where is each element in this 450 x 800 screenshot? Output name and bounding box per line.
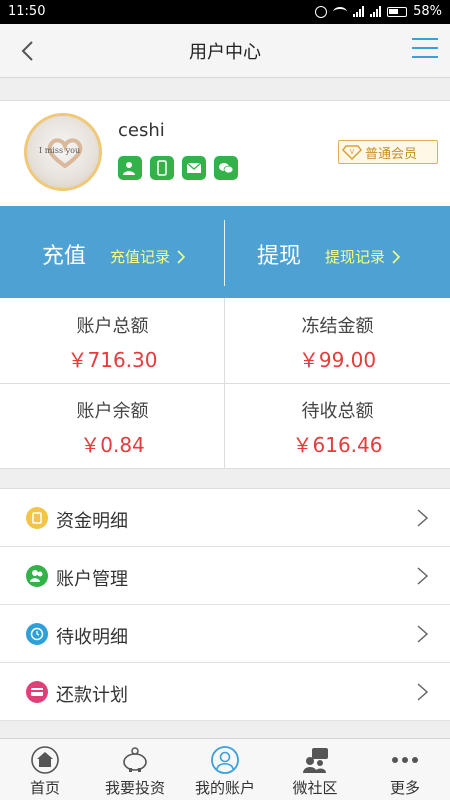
status-time: 11:50 [8, 4, 46, 19]
recharge-record-link[interactable]: 充值记录 [110, 246, 186, 267]
withdraw-button[interactable]: 提现 [257, 238, 301, 270]
summary-cell-frozen: 冻结金额 ￥99.00 [225, 298, 450, 383]
summary-label: 待收总额 [301, 401, 374, 422]
withdraw-section[interactable]: 提现 提现记录 [225, 206, 450, 298]
app-header: 用户中心 [0, 24, 450, 78]
tab-label: 我的账户 [194, 779, 255, 797]
clock-icon [26, 623, 48, 645]
tab-more[interactable]: 更多 [360, 739, 450, 800]
tab-invest[interactable]: 我要投资 [90, 739, 180, 800]
recharge-button[interactable]: 充值 [42, 238, 86, 270]
chevron-right-icon [177, 249, 186, 264]
identity-verified-icon[interactable] [118, 156, 142, 180]
chevron-right-icon [392, 249, 401, 264]
users-icon [26, 565, 48, 587]
battery-percent: 58% [413, 4, 442, 19]
alarm-icon [315, 5, 328, 18]
vip-label: 普通会员 [365, 146, 418, 162]
summary-amount: ￥0.84 [80, 433, 145, 457]
divider [0, 468, 450, 469]
svg-text:V: V [350, 148, 355, 156]
summary-cell-total: 账户总额 ￥716.30 [0, 298, 225, 383]
signal-icon [370, 6, 382, 17]
avatar[interactable]: I miss you [24, 113, 102, 191]
vip-badge: V 普通会员 [338, 140, 438, 164]
chevron-right-icon [417, 625, 429, 643]
tab-my-account[interactable]: 我的账户 [180, 739, 270, 800]
home-icon [31, 746, 59, 774]
tab-label: 首页 [29, 779, 60, 797]
email-verified-icon[interactable] [182, 156, 206, 180]
piggy-bank-icon [123, 747, 147, 772]
community-icon [303, 748, 328, 773]
summary-amount: ￥616.46 [292, 433, 383, 457]
status-icons: 58% [315, 4, 442, 19]
withdraw-record-link[interactable]: 提现记录 [325, 246, 401, 267]
avatar-text: I miss you [39, 146, 81, 155]
status-bar: 11:50 58% [0, 0, 450, 24]
summary-label: 账户余额 [76, 401, 149, 422]
wallet-icon [26, 507, 48, 529]
recharge-record-label: 充值记录 [110, 248, 171, 266]
divider [0, 383, 450, 384]
wifi-icon [333, 6, 348, 17]
divider [224, 298, 225, 468]
signal-icon [353, 6, 365, 17]
more-icon [392, 757, 418, 763]
username: ceshi [118, 120, 165, 141]
user-icon [211, 746, 239, 774]
menu-item-label: 资金明细 [56, 511, 128, 532]
tab-label: 我要投资 [104, 779, 165, 797]
menu-item-receivable-details[interactable]: 待收明细 [0, 605, 450, 663]
card-icon [26, 681, 48, 703]
chevron-right-icon [417, 567, 429, 585]
summary-amount: ￥716.30 [67, 348, 158, 372]
tab-home[interactable]: 首页 [0, 739, 90, 800]
tab-label: 微社区 [292, 779, 338, 797]
page-title: 用户中心 [189, 42, 261, 63]
chevron-right-icon [417, 683, 429, 701]
phone-verified-icon[interactable] [150, 156, 174, 180]
wechat-icon[interactable] [214, 156, 238, 180]
summary-label: 冻结金额 [301, 316, 374, 337]
summary-cell-balance: 账户余额 ￥0.84 [0, 383, 225, 468]
menu-item-repayment-plan[interactable]: 还款计划 [0, 663, 450, 721]
menu-item-fund-details[interactable]: 资金明细 [0, 489, 450, 547]
summary-amount: ￥99.00 [298, 348, 377, 372]
battery-icon [387, 6, 408, 17]
bottom-tab-bar: 首页 我要投资 我的账户 微社区 更多 [0, 738, 450, 800]
recharge-section[interactable]: 充值 充值记录 [0, 206, 225, 298]
menu-item-account-management[interactable]: 账户管理 [0, 547, 450, 605]
funds-action-bar: 充值 充值记录 提现 提现记录 [0, 206, 450, 298]
menu-item-label: 待收明细 [56, 627, 128, 648]
account-menu: 资金明细 账户管理 待收明细 还款计划 [0, 488, 450, 721]
menu-item-label: 还款计划 [56, 685, 128, 706]
tab-community[interactable]: 微社区 [270, 739, 360, 800]
menu-item-label: 账户管理 [56, 569, 128, 590]
menu-icon[interactable] [412, 38, 438, 60]
summary-label: 账户总额 [76, 316, 149, 337]
chevron-right-icon [417, 509, 429, 527]
summary-cell-receivable: 待收总额 ￥616.46 [225, 383, 450, 468]
verification-icons [118, 156, 238, 180]
withdraw-record-label: 提现记录 [325, 248, 386, 266]
diamond-icon: V [339, 141, 365, 163]
tab-label: 更多 [389, 779, 420, 797]
